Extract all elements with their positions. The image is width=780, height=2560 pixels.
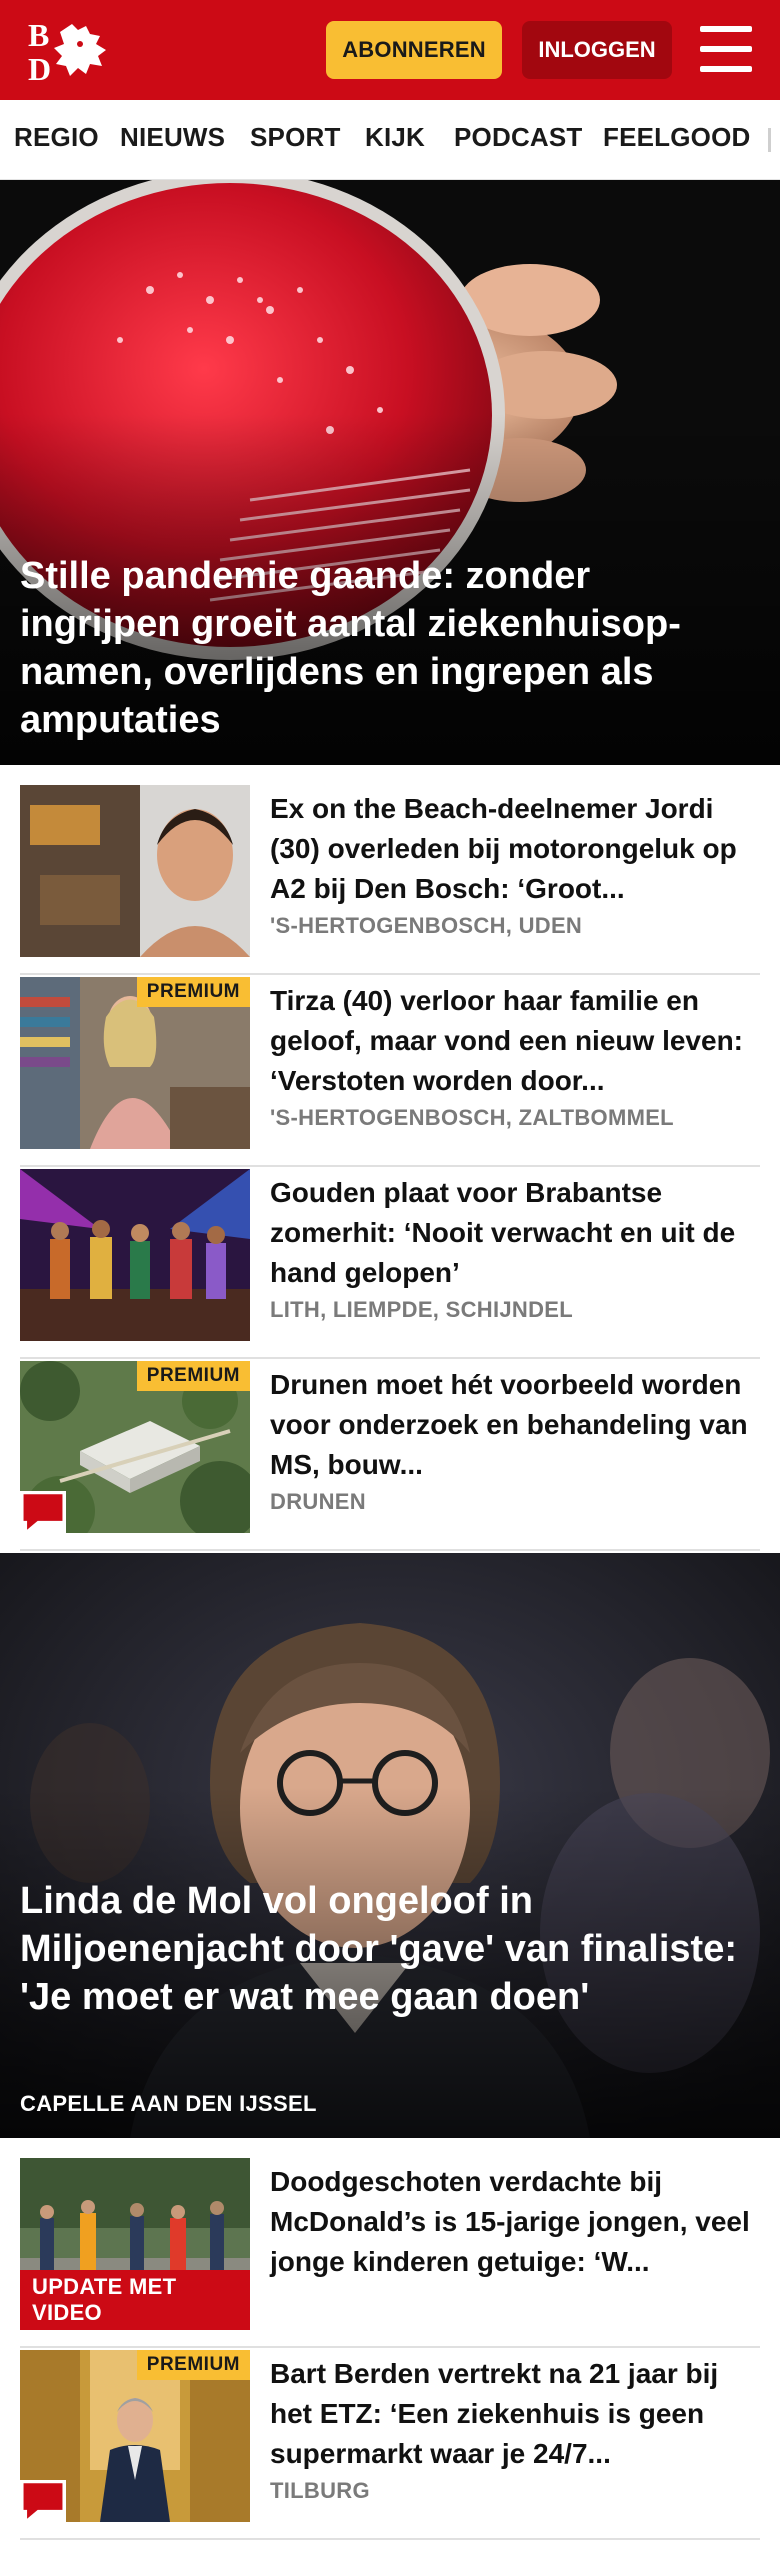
list-item[interactable]: Gouden plaat voor Brabantse zomerhit: ‘N… <box>20 1169 760 1359</box>
nav-item-sport[interactable]: SPORT <box>250 122 341 153</box>
hero-article-2[interactable]: Linda de Mol vol ongeloof in Miljoenenja… <box>0 1553 780 2138</box>
article-thumbnail: PREMIUM <box>20 2350 250 2522</box>
nav-item-kijk[interactable]: KIJK <box>365 122 425 153</box>
hero-location: CAPELLE AAN DEN IJSSEL <box>20 2091 317 2116</box>
article-title[interactable]: Doodgeschoten verdachte bij McDonald’s i… <box>270 2162 760 2282</box>
article-location: DRUNEN <box>270 1489 366 1514</box>
premium-badge: PREMIUM <box>136 1361 250 1391</box>
article-location: 'S-HERTOGENBOSCH, ZALTBOMMEL <box>270 1105 674 1130</box>
list-item[interactable]: PREMIUM Tirza (40) verloor haar familie … <box>20 977 760 1167</box>
svg-text:B: B <box>28 17 49 53</box>
subscribe-button[interactable]: ABONNEREN <box>326 21 502 79</box>
article-title[interactable]: Gouden plaat voor Brabantse zomerhit: ‘N… <box>270 1173 760 1293</box>
menu-line <box>700 66 752 72</box>
hero-gradient <box>0 1553 780 2138</box>
premium-badge: PREMIUM <box>136 977 250 1007</box>
article-title[interactable]: Tirza (40) verloor haar familie en geloo… <box>270 981 760 1101</box>
menu-line <box>700 26 752 32</box>
hero-title[interactable]: Linda de Mol vol ongeloof in Miljoenenja… <box>20 1877 756 2021</box>
menu-icon[interactable] <box>700 26 752 72</box>
list-item[interactable]: UPDATE MET VIDEO Doodgeschoten verdachte… <box>20 2158 760 2348</box>
login-button[interactable]: INLOGGEN <box>522 21 672 79</box>
list-item[interactable]: PREMIUM Drunen moet hét voorbeeld worden… <box>20 1361 760 1551</box>
article-thumbnail: PREMIUM <box>20 977 250 1149</box>
nav-overflow-indicator <box>768 128 771 152</box>
section-nav: REGIO NIEUWS SPORT KIJK PODCAST FEELGOOD <box>0 100 780 180</box>
nav-item-podcast[interactable]: PODCAST <box>454 122 583 153</box>
comment-icon[interactable] <box>20 1491 66 1533</box>
article-title[interactable]: Drunen moet hét voorbeeld worden voor on… <box>270 1365 760 1485</box>
article-title[interactable]: Bart Berden vertrekt na 21 jaar bij het … <box>270 2354 760 2474</box>
premium-badge: PREMIUM <box>136 2350 250 2380</box>
nav-item-regio[interactable]: REGIO <box>14 122 99 153</box>
article-thumbnail: UPDATE MET VIDEO <box>20 2158 250 2330</box>
nav-item-nieuws[interactable]: NIEUWS <box>120 122 225 153</box>
update-video-badge: UPDATE MET VIDEO <box>20 2270 250 2330</box>
comment-icon[interactable] <box>20 2480 66 2522</box>
article-location: LITH, LIEMPDE, SCHIJNDEL <box>270 1297 573 1322</box>
bd-logo-icon[interactable]: B D <box>26 16 114 87</box>
hero-title[interactable]: Stille pandemie gaande: zonder ingrijpen… <box>20 552 756 744</box>
nav-item-feelgood[interactable]: FEELGOOD <box>603 122 751 153</box>
hero-article-1[interactable]: Stille pandemie gaande: zonder ingrijpen… <box>0 180 780 765</box>
article-title[interactable]: Ex on the Beach-deelnemer Jordi (30) ove… <box>270 789 760 909</box>
list-item[interactable]: PREMIUM Bart Berden vertrekt na 21 jaar … <box>20 2350 760 2540</box>
article-thumbnail: PREMIUM <box>20 1361 250 1533</box>
article-location: TILBURG <box>270 2478 370 2503</box>
article-thumbnail <box>20 785 250 957</box>
article-thumbnail <box>20 1169 250 1341</box>
svg-text:D: D <box>28 51 51 84</box>
top-bar: B D ABONNEREN INLOGGEN <box>0 0 780 100</box>
list-item[interactable]: Ex on the Beach-deelnemer Jordi (30) ove… <box>20 785 760 975</box>
article-location: 'S-HERTOGENBOSCH, UDEN <box>270 913 583 938</box>
menu-line <box>700 46 752 52</box>
